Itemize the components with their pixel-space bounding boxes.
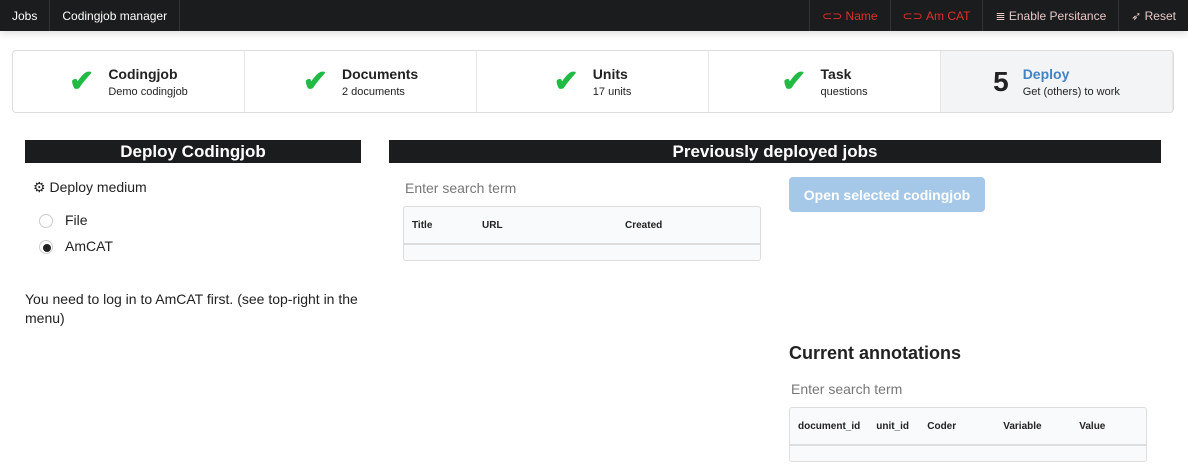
deploy-header: Deploy Codingjob [25,140,361,163]
check-icon: ✔ [553,65,579,98]
step-codingjob[interactable]: ✔ Codingjob Demo codingjob [13,51,245,112]
jobs-search-input[interactable]: Enter search term [405,180,516,196]
database-icon: ≣ [995,8,1009,23]
menu-enable-persistence[interactable]: ≣ Enable Persitance [982,0,1118,31]
link-icon: ⊂⊃ [822,8,846,23]
top-menu: Jobs Codingjob manager ⊂⊃ Name ⊂⊃ Am CAT… [0,0,1188,31]
annotations-search-input[interactable]: Enter search term [791,381,902,397]
step-task[interactable]: ✔ Task questions [709,51,941,112]
annotations-title: Current annotations [789,343,962,363]
radio-amcat[interactable]: AmCAT [39,238,113,255]
open-selected-codingjob-button[interactable]: Open selected codingjob [789,177,985,212]
step-units[interactable]: ✔ Units 17 units [477,51,709,112]
link-icon: ⊂⊃ [902,8,926,23]
check-icon: ✔ [781,65,807,98]
menu-codingjob-manager[interactable]: Codingjob manager [50,0,181,31]
rocket-icon: ➶ [1131,8,1145,23]
check-icon: ✔ [69,65,95,98]
previous-jobs-header: Previously deployed jobs [389,140,1161,163]
check-icon: ✔ [302,65,328,98]
gear-icon: ⚙ [33,179,50,195]
step-deploy[interactable]: 5 Deploy Get (others) to work [941,51,1173,112]
radio-file[interactable]: File [39,212,88,229]
deploy-medium-label: ⚙ Deploy medium [33,179,147,195]
menu-amcat[interactable]: ⊂⊃ Am CAT [889,0,983,31]
menu-jobs[interactable]: Jobs [0,0,51,31]
step-documents[interactable]: ✔ Documents 2 documents [245,51,477,112]
menu-reset[interactable]: ➶ Reset [1118,0,1188,31]
jobs-table: Title URL Created [403,206,761,261]
step-progress: ✔ Codingjob Demo codingjob ✔ Documents 2 doc… [12,50,1174,113]
annotations-table: document_id unit_id Coder Variable Value [789,407,1147,462]
menu-name[interactable]: ⊂⊃ Name [809,0,889,31]
login-message: You need to log in to AmCAT first. (see … [25,291,358,326]
